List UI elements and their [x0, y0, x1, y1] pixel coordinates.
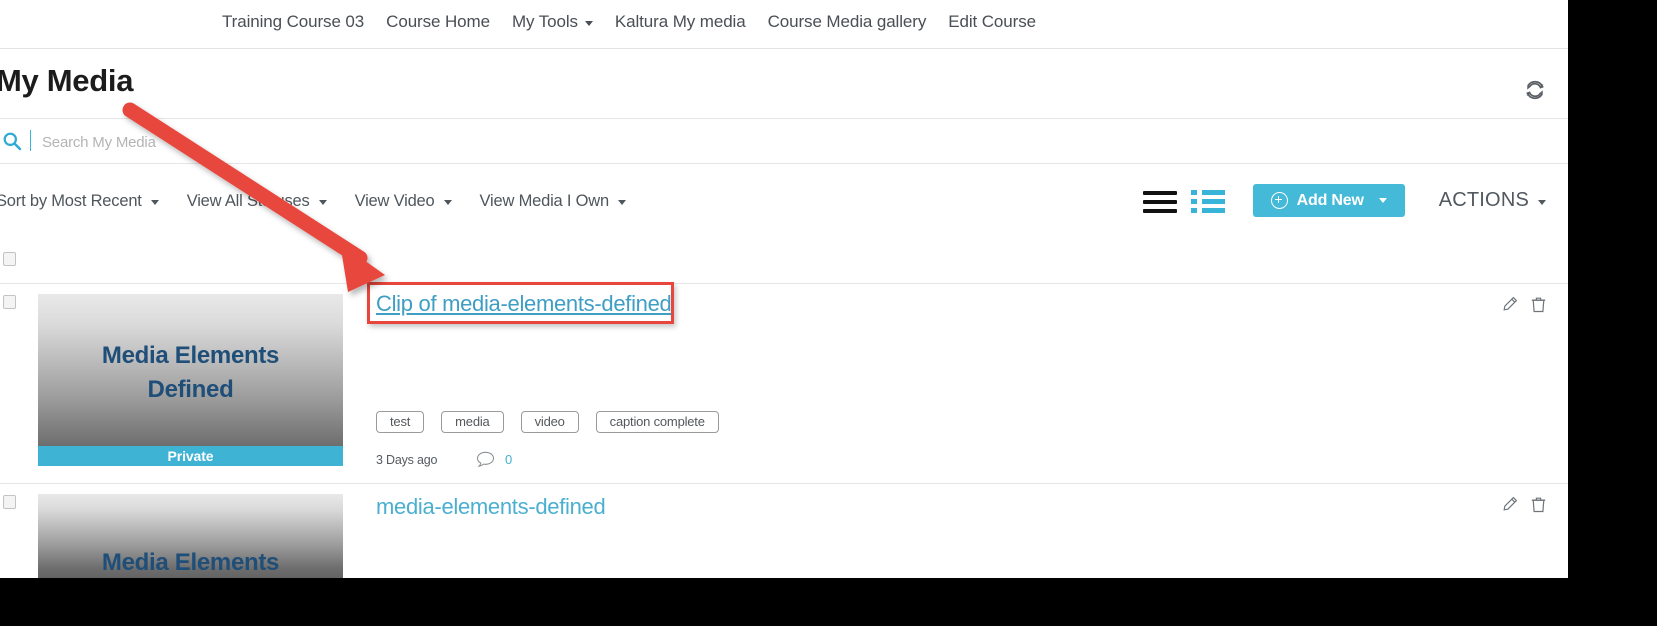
nav-item-my-tools[interactable]: My Tools [512, 12, 593, 32]
nav-item-training-course-03[interactable]: Training Course 03 [222, 12, 364, 32]
detail-view-dot [1190, 198, 1197, 204]
chevron-down-icon [443, 200, 452, 205]
filter-media-type[interactable]: View Video [355, 192, 452, 211]
thumbnail-caption-line1: Media Elements [101, 549, 280, 576]
nav-item-kaltura-my-media[interactable]: Kaltura My media [615, 12, 746, 32]
media-thumbnail[interactable]: Media Elements [38, 494, 343, 578]
thumbnail-caption: Media Elements [38, 546, 343, 578]
filter-statuses[interactable]: View All Statuses [187, 192, 327, 211]
media-title-link[interactable]: Clip of media-elements-defined [376, 291, 672, 317]
tag-chip[interactable]: video [520, 411, 579, 433]
my-media-page: Training Course 03 Course Home My Tools … [0, 0, 1568, 578]
chevron-down-icon [150, 200, 159, 205]
row-action-buttons [1501, 496, 1546, 513]
detail-view-dot [1190, 189, 1197, 195]
list-view-bar [1142, 190, 1177, 195]
select-all-row [0, 242, 1568, 284]
table-row: Media Elements Defined Private Clip of m… [0, 284, 1568, 484]
filter-sort-by[interactable]: Sort by Most Recent [0, 192, 159, 211]
actions-dropdown-label: ACTIONS [1438, 189, 1529, 211]
tag-chip[interactable]: test [376, 411, 425, 433]
search-bar [0, 118, 1568, 164]
actions-dropdown[interactable]: ACTIONS [1439, 189, 1546, 212]
detail-view-dot [1190, 207, 1197, 213]
row-select-checkbox[interactable] [3, 495, 16, 509]
table-row: Media Elements media-elements-defined [0, 484, 1568, 578]
nav-item-edit-course[interactable]: Edit Course [948, 12, 1036, 32]
filter-statuses-label: View All Statuses [186, 192, 310, 210]
row-action-buttons [1501, 296, 1546, 313]
row-select-checkbox[interactable] [3, 295, 16, 309]
list-view-bar [1142, 199, 1177, 204]
detail-view-icon[interactable] [1190, 187, 1225, 215]
filter-toolbar: Sort by Most Recent View All Statuses Vi… [0, 164, 1568, 242]
pencil-icon[interactable] [1501, 496, 1518, 513]
search-input[interactable] [40, 128, 644, 156]
add-new-button-label: Add New [1296, 191, 1364, 209]
tag-list: test media video caption complete [376, 411, 719, 433]
list-view-icon[interactable] [1142, 187, 1177, 215]
top-navigation-bar: Training Course 03 Course Home My Tools … [0, 0, 1568, 49]
comment-count: 0 [505, 452, 513, 467]
trash-icon[interactable] [1531, 496, 1546, 513]
nav-item-course-home[interactable]: Course Home [386, 12, 490, 32]
add-new-button[interactable]: Add New [1252, 184, 1405, 217]
thumbnail-caption-line1: Media Elements [101, 342, 280, 369]
chevron-down-icon [318, 200, 327, 205]
comment-bubble-icon [476, 451, 495, 468]
thumbnail-caption: Media Elements Defined [38, 339, 343, 407]
plus-circle-icon [1270, 192, 1288, 209]
select-all-checkbox[interactable] [3, 252, 16, 266]
filter-sort-by-label: Sort by Most Recent [0, 192, 142, 210]
media-thumbnail[interactable]: Media Elements Defined Private [38, 294, 343, 466]
chevron-down-icon [584, 20, 593, 26]
nav-item-course-media-gallery[interactable]: Course Media gallery [768, 12, 927, 32]
chevron-down-icon [1378, 198, 1387, 203]
trash-icon[interactable] [1531, 296, 1546, 313]
media-metadata-row: 3 Days ago 0 [376, 451, 512, 468]
detail-view-line [1201, 207, 1225, 213]
media-title-link[interactable]: media-elements-defined [376, 494, 606, 520]
tag-chip[interactable]: media [441, 411, 504, 433]
screen-edge-bottom [0, 578, 1657, 626]
search-divider [30, 130, 31, 151]
upload-date: 3 Days ago [376, 452, 438, 467]
detail-view-line [1201, 189, 1225, 195]
filter-media-type-label: View Video [354, 192, 435, 210]
list-view-bar [1142, 208, 1177, 213]
tag-chip[interactable]: caption complete [595, 411, 719, 433]
page-title: My Media [0, 63, 134, 98]
chevron-down-icon [1538, 200, 1546, 205]
chevron-down-icon [617, 200, 626, 205]
search-icon[interactable] [2, 131, 22, 151]
thumbnail-caption-line2: Defined [147, 376, 234, 404]
nav-item-my-tools-label: My Tools [511, 12, 578, 31]
page-title-row: My Media [0, 49, 1568, 118]
filter-ownership[interactable]: View Media I Own [480, 192, 626, 211]
privacy-status-badge: Private [38, 446, 343, 466]
pencil-icon[interactable] [1501, 296, 1518, 313]
screen-edge-right [1568, 0, 1657, 626]
detail-view-line [1201, 198, 1225, 204]
filter-ownership-label: View Media I Own [479, 192, 610, 210]
refresh-icon[interactable] [1524, 79, 1546, 101]
